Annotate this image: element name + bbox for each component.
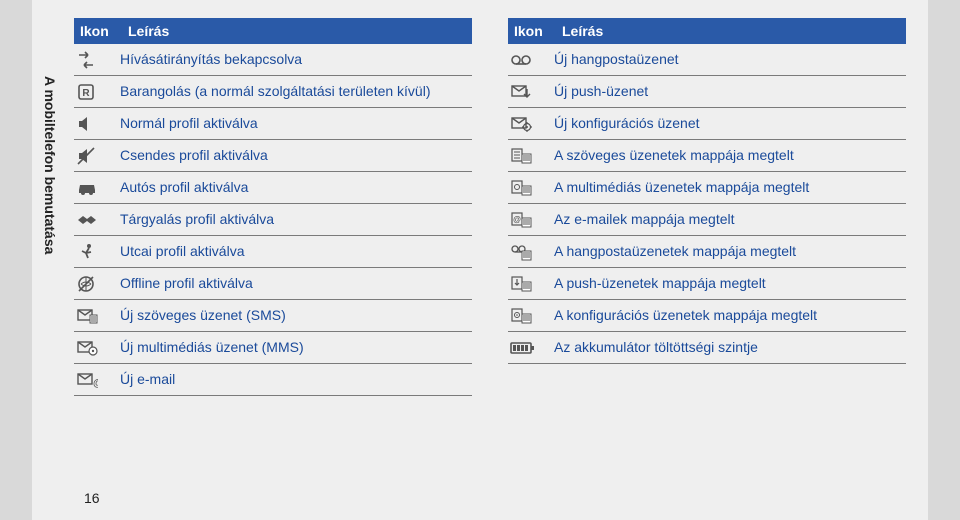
left-table: Ikon Leírás Hívásátirányítás bekapcsolva…: [74, 18, 472, 396]
speaker-icon: [76, 114, 120, 134]
row-desc: Hívásátirányítás bekapcsolva: [120, 51, 470, 69]
row-desc: Autós profil aktiválva: [120, 179, 470, 197]
row-desc: A multimédiás üzenetek mappája megtelt: [554, 179, 904, 197]
car-icon: [76, 179, 120, 197]
row-desc: Új e-mail: [120, 371, 470, 389]
svg-text:@: @: [513, 215, 521, 224]
right-table: Ikon Leírás Új hangpostaüzenet Új push-ü…: [508, 18, 906, 396]
table-row: Új push-üzenet: [508, 76, 906, 108]
row-desc: Csendes profil aktiválva: [120, 147, 470, 165]
offline-icon: [76, 274, 120, 294]
row-desc: Utcai profil aktiválva: [120, 243, 470, 261]
row-desc: Új multimédiás üzenet (MMS): [120, 339, 470, 357]
table-row: A multimédiás üzenetek mappája megtelt: [508, 172, 906, 204]
table-row: Offline profil aktiválva: [74, 268, 472, 300]
page-number: 16: [84, 490, 100, 506]
sms-full-icon: [510, 147, 554, 165]
voicemail-full-icon: [510, 243, 554, 261]
row-desc: Az e-mailek mappája megtelt: [554, 211, 904, 229]
call-forward-icon: [76, 50, 120, 70]
table-row: Utcai profil aktiválva: [74, 236, 472, 268]
header-ikon: Ikon: [80, 23, 128, 39]
config-full-icon: [510, 307, 554, 325]
side-section-label: A mobiltelefon bemutatása: [42, 76, 58, 254]
battery-icon: [510, 341, 554, 355]
table-row: Hívásátirányítás bekapcsolva: [74, 44, 472, 76]
mms-icon: [76, 339, 120, 357]
runner-icon: [76, 242, 120, 262]
push-msg-icon: [510, 83, 554, 101]
row-desc: A szöveges üzenetek mappája megtelt: [554, 147, 904, 165]
table-row: @ Új e-mail: [74, 364, 472, 396]
row-desc: Az akkumulátor töltöttségi szintje: [554, 339, 904, 357]
table-row: Autós profil aktiválva: [74, 172, 472, 204]
left-header: Ikon Leírás: [74, 18, 472, 44]
table-row: Tárgyalás profil aktiválva: [74, 204, 472, 236]
table-row: R Barangolás (a normál szolgáltatási ter…: [74, 76, 472, 108]
table-row: Az akkumulátor töltöttségi szintje: [508, 332, 906, 364]
table-row: Új hangpostaüzenet: [508, 44, 906, 76]
table-row: Új konfigurációs üzenet: [508, 108, 906, 140]
header-leiras: Leírás: [128, 23, 169, 39]
row-desc: A hangpostaüzenetek mappája megtelt: [554, 243, 904, 261]
row-desc: Új hangpostaüzenet: [554, 51, 904, 69]
table-row: Új multimédiás üzenet (MMS): [74, 332, 472, 364]
config-msg-icon: [510, 115, 554, 133]
row-desc: Offline profil aktiválva: [120, 275, 470, 293]
handshake-icon: [76, 211, 120, 229]
table-row: A hangpostaüzenetek mappája megtelt: [508, 236, 906, 268]
row-desc: Barangolás (a normál szolgáltatási terül…: [120, 83, 470, 101]
email-full-icon: @: [510, 211, 554, 229]
row-desc: Tárgyalás profil aktiválva: [120, 211, 470, 229]
row-desc: A konfigurációs üzenetek mappája megtelt: [554, 307, 904, 325]
row-desc: Új szöveges üzenet (SMS): [120, 307, 470, 325]
table-row: Normál profil aktiválva: [74, 108, 472, 140]
table-row: @ Az e-mailek mappája megtelt: [508, 204, 906, 236]
row-desc: Új push-üzenet: [554, 83, 904, 101]
email-new-icon: @: [76, 371, 120, 389]
table-row: A push-üzenetek mappája megtelt: [508, 268, 906, 300]
speaker-mute-icon: [76, 146, 120, 166]
voicemail-icon: [510, 52, 554, 68]
svg-text:R: R: [82, 88, 90, 99]
row-desc: A push-üzenetek mappája megtelt: [554, 275, 904, 293]
right-header: Ikon Leírás: [508, 18, 906, 44]
row-desc: Normál profil aktiválva: [120, 115, 470, 133]
row-desc: Új konfigurációs üzenet: [554, 115, 904, 133]
table-row: A konfigurációs üzenetek mappája megtelt: [508, 300, 906, 332]
table-row: A szöveges üzenetek mappája megtelt: [508, 140, 906, 172]
sms-icon: [76, 307, 120, 325]
push-full-icon: [510, 275, 554, 293]
roaming-icon: R: [76, 82, 120, 102]
header-ikon: Ikon: [514, 23, 562, 39]
header-leiras: Leírás: [562, 23, 603, 39]
svg-text:@: @: [93, 378, 98, 389]
mms-full-icon: [510, 179, 554, 197]
table-row: Új szöveges üzenet (SMS): [74, 300, 472, 332]
table-row: Csendes profil aktiválva: [74, 140, 472, 172]
